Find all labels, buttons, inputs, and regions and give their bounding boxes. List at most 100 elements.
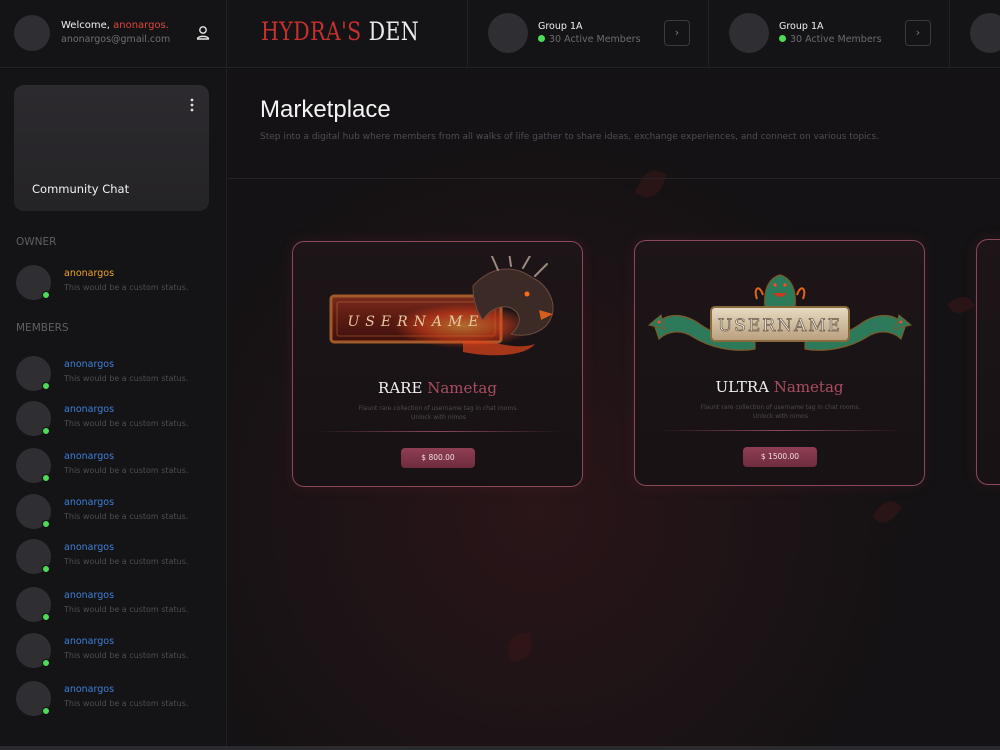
member-item[interactable]: anonargos This would be a custom status.	[16, 493, 216, 531]
community-chat-title: Community Chat	[32, 182, 130, 196]
group-name: Group 1A	[538, 21, 583, 32]
horizontal-scrollbar[interactable]	[0, 746, 1000, 750]
member-name: anonargos	[64, 684, 115, 695]
member-name: anonargos	[64, 359, 115, 370]
online-indicator	[42, 659, 50, 667]
online-indicator	[42, 707, 50, 715]
member-status: This would be a custom status.	[64, 557, 189, 566]
app-logo[interactable]: HYDRA'S DEN	[261, 17, 419, 46]
rare-nametag-art: USERNAME	[329, 256, 554, 356]
ultra-nametag-art: USERNAME	[647, 274, 913, 351]
member-status: This would be a custom status.	[64, 651, 189, 660]
card-description-line-2: Unlock with nimos	[411, 414, 466, 421]
online-indicator	[42, 613, 50, 621]
welcome-username: anonargos.	[113, 20, 169, 31]
online-dot	[538, 35, 545, 42]
page-title: Marketplace	[260, 96, 391, 123]
ultra-art-text: USERNAME	[718, 316, 842, 336]
online-indicator	[42, 291, 50, 299]
logo-part-2: DEN	[361, 17, 420, 46]
buy-button[interactable]: $ 1500.00	[743, 447, 817, 467]
online-dot	[779, 35, 786, 42]
member-status: This would be a custom status.	[64, 419, 189, 428]
member-name: anonargos	[64, 542, 115, 553]
buy-button[interactable]: $ 800.00	[401, 448, 475, 468]
group-open-button[interactable]: ›	[905, 20, 931, 46]
welcome-text: Welcome, anonargos.	[61, 20, 169, 31]
member-status: This would be a custom status.	[64, 466, 189, 475]
more-vertical-icon[interactable]	[189, 97, 195, 113]
top-bar: Welcome, anonargos. anonargos@gmail.com …	[0, 0, 1000, 68]
group-open-button[interactable]: ›	[664, 20, 690, 46]
group-item[interactable]: Group 1A 30 Active Members ›	[708, 0, 949, 68]
marketplace-card-partial[interactable]	[976, 239, 1000, 485]
members-section-label: MEMBERS	[16, 322, 69, 334]
sidebar: Community Chat OWNER anonargos This woul…	[0, 69, 227, 750]
member-item[interactable]: anonargos This would be a custom status.	[16, 400, 216, 438]
card-description: Flaunt rare collection of username tag i…	[343, 404, 534, 422]
page-subtitle: Step into a digital hub where members fr…	[260, 132, 880, 142]
group-avatar	[970, 13, 1000, 53]
group-item[interactable]: Group 1A 30 Active Members ›	[467, 0, 708, 68]
member-item[interactable]: anonargos This would be a custom status.	[16, 355, 216, 393]
marketplace-card[interactable]: USERNAME ULTRA Nametag Flaunt rare colle…	[634, 240, 925, 486]
user-icon[interactable]	[194, 24, 212, 42]
marketplace-card[interactable]: USERNAME RARE Nametag Flaunt rare collec…	[292, 241, 583, 487]
community-chat-card[interactable]: Community Chat	[14, 85, 209, 211]
main-content: Marketplace Step into a digital hub wher…	[228, 69, 1000, 750]
card-item: Nametag	[427, 379, 497, 397]
logo-part-1: HYDRA'S	[261, 17, 362, 46]
online-indicator	[42, 474, 50, 482]
member-name: anonargos	[64, 590, 115, 601]
card-title: RARE Nametag	[293, 379, 582, 397]
user-email: anonargos@gmail.com	[61, 34, 171, 45]
card-description-line-2: Unlock with nimos	[753, 413, 808, 420]
owner-name: anonargos	[64, 268, 115, 279]
member-status: This would be a custom status.	[64, 374, 189, 383]
member-name: anonargos	[64, 497, 115, 508]
member-name: anonargos	[64, 404, 115, 415]
card-tier: RARE	[378, 379, 423, 397]
online-indicator	[42, 382, 50, 390]
member-name: anonargos	[64, 451, 115, 462]
owner-status: This would be a custom status.	[64, 283, 189, 292]
member-item[interactable]: anonargos This would be a custom status.	[16, 538, 216, 576]
card-item: Nametag	[773, 378, 844, 396]
decorative-petal	[871, 496, 903, 528]
group-status: 30 Active Members	[779, 34, 882, 45]
group-status-text: 30 Active Members	[549, 34, 641, 45]
card-description-line-1: Flaunt rare collection of username tag i…	[358, 405, 519, 412]
owner-section-label: OWNER	[16, 236, 57, 248]
group-item-partial[interactable]	[949, 0, 1000, 68]
group-status: 30 Active Members	[538, 34, 641, 45]
user-block: Welcome, anonargos. anonargos@gmail.com	[0, 0, 227, 68]
page-header: Marketplace Step into a digital hub wher…	[228, 69, 1000, 179]
card-divider	[657, 430, 904, 431]
welcome-prefix: Welcome,	[61, 20, 114, 31]
user-avatar[interactable]	[14, 15, 50, 51]
group-avatar	[488, 13, 528, 53]
decorative-petal	[947, 292, 975, 318]
member-status: This would be a custom status.	[64, 605, 189, 614]
member-item[interactable]: anonargos This would be a custom status.	[16, 680, 216, 718]
member-status: This would be a custom status.	[64, 512, 189, 521]
owner-item[interactable]: anonargos This would be a custom status.	[16, 264, 216, 302]
member-item[interactable]: anonargos This would be a custom status.	[16, 586, 216, 624]
card-description: Flaunt rare collection of username tag i…	[685, 403, 876, 421]
card-divider	[315, 431, 562, 432]
online-indicator	[42, 565, 50, 573]
group-avatar	[729, 13, 769, 53]
online-indicator	[42, 520, 50, 528]
group-name: Group 1A	[779, 21, 824, 32]
card-description-line-1: Flaunt rare collection of username tag i…	[700, 404, 861, 411]
rare-art-text: USERNAME	[347, 314, 484, 330]
card-tier: ULTRA	[715, 378, 769, 396]
member-item[interactable]: anonargos This would be a custom status.	[16, 447, 216, 485]
decorative-petal	[505, 632, 535, 662]
online-indicator	[42, 427, 50, 435]
member-status: This would be a custom status.	[64, 699, 189, 708]
member-name: anonargos	[64, 636, 115, 647]
member-item[interactable]: anonargos This would be a custom status.	[16, 632, 216, 670]
group-status-text: 30 Active Members	[790, 34, 882, 45]
card-title: ULTRA Nametag	[635, 378, 924, 396]
